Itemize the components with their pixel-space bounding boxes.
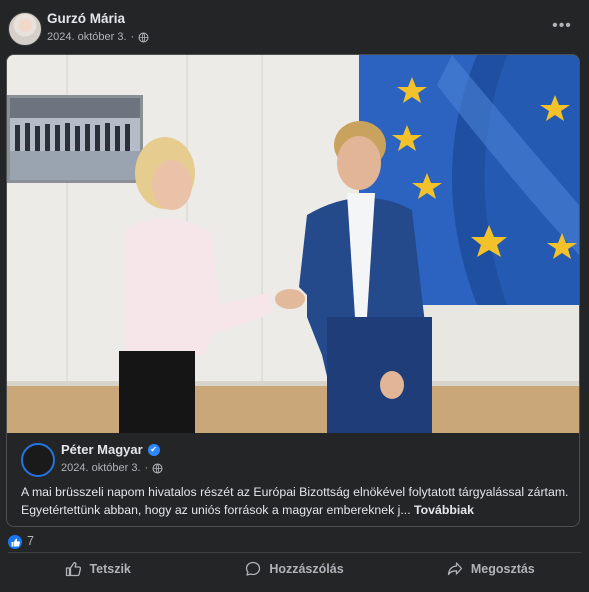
post-date[interactable]: 2024. október 3.	[47, 31, 127, 43]
share-button[interactable]: Megosztás	[393, 555, 589, 583]
like-button[interactable]: Tetszik	[0, 555, 196, 583]
post-meta: 2024. október 3. ·	[47, 31, 149, 43]
globe-icon[interactable]	[152, 463, 163, 474]
comment-icon	[246, 561, 261, 576]
share-icon	[447, 562, 463, 576]
post-photo[interactable]	[7, 55, 579, 433]
shared-post-meta: 2024. október 3. ·	[61, 462, 163, 474]
see-more-link[interactable]: Továbbiak	[414, 503, 474, 517]
more-dots-icon[interactable]: •••	[551, 15, 573, 37]
comment-label: Hozzászólás	[269, 562, 344, 576]
globe-icon[interactable]	[138, 32, 149, 43]
shared-post-card[interactable]: Péter Magyar ✔ 2024. október 3. · A mai …	[6, 54, 580, 527]
shared-author-name[interactable]: Péter Magyar	[61, 442, 143, 457]
shared-post-body: A mai brüsszeli napom hivatalos részét a…	[21, 485, 569, 517]
reaction-count[interactable]: 7	[27, 534, 34, 548]
like-reaction-icon[interactable]	[8, 535, 22, 549]
thumbs-up-icon	[66, 561, 82, 577]
facebook-post: Gurzó Mária 2024. október 3. · ••• Péter…	[0, 0, 589, 592]
shared-post-text: A mai brüsszeli napom hivatalos részét a…	[21, 483, 569, 519]
shared-meta-separator: ·	[144, 462, 149, 474]
like-label: Tetszik	[89, 562, 131, 576]
author-avatar[interactable]	[8, 12, 42, 46]
action-divider	[8, 552, 581, 553]
shared-author-row: Péter Magyar ✔	[61, 442, 160, 457]
share-label: Megosztás	[470, 562, 535, 576]
comment-button[interactable]: Hozzászólás	[196, 555, 392, 583]
author-name[interactable]: Gurzó Mária	[47, 11, 125, 26]
verified-badge-icon: ✔	[147, 443, 160, 456]
post-actions: Tetszik Hozzászólás Megosztás	[0, 555, 589, 583]
shared-author-avatar[interactable]	[21, 443, 55, 477]
shared-post-date[interactable]: 2024. október 3.	[61, 462, 141, 474]
meta-separator: ·	[130, 31, 135, 43]
